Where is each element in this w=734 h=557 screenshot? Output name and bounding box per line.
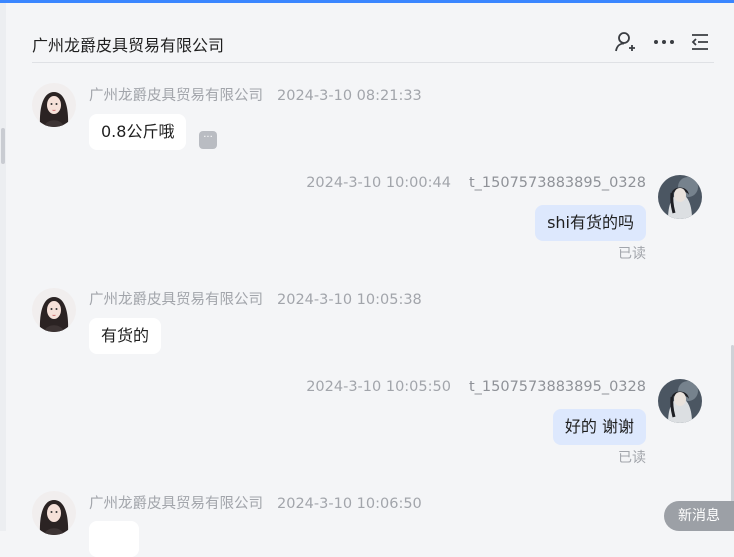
message-meta: 广州龙爵皮具贸易有限公司 2024-3-10 08:21:33 <box>89 84 422 105</box>
add-user-icon[interactable] <box>613 30 637 54</box>
sender-avatar[interactable] <box>32 288 76 332</box>
message-bubble-incoming[interactable] <box>89 521 139 557</box>
sender-name: 广州龙爵皮具贸易有限公司 <box>89 292 263 308</box>
user-avatar[interactable] <box>658 175 702 219</box>
read-status: 已读 <box>618 246 646 262</box>
message-time: 2024-3-10 10:00:44 <box>306 175 451 191</box>
left-panel-edge <box>0 3 6 531</box>
message-bubble-incoming[interactable]: 有货的 <box>89 318 162 354</box>
left-scrollbar-thumb[interactable] <box>1 128 5 164</box>
sender-name: 广州龙爵皮具贸易有限公司 <box>89 88 263 104</box>
more-icon[interactable] <box>652 30 676 54</box>
message-bubble-outgoing[interactable]: 好的 谢谢 <box>552 409 646 445</box>
message-time: 2024-3-10 10:06:50 <box>277 496 422 512</box>
message-meta: 2024-3-10 10:00:44 t_1507573883895_0328 <box>306 175 646 191</box>
top-accent-bar <box>0 0 734 3</box>
message-bubble-outgoing[interactable]: shi有货的吗 <box>535 205 646 241</box>
message-meta: 广州龙爵皮具贸易有限公司 2024-3-10 10:06:50 <box>89 492 422 513</box>
chat-header: 广州龙爵皮具贸易有限公司 <box>32 24 714 63</box>
sender-name: t_1507573883895_0328 <box>468 379 646 395</box>
sender-avatar[interactable] <box>32 83 76 127</box>
sender-name: 广州龙爵皮具贸易有限公司 <box>89 496 263 512</box>
message-bubble-incoming[interactable]: 0.8公斤哦 <box>89 114 187 150</box>
chat-title: 广州龙爵皮具贸易有限公司 <box>32 36 225 55</box>
sender-name: t_1507573883895_0328 <box>468 175 646 191</box>
message-time: 2024-3-10 10:05:50 <box>306 379 451 395</box>
avatar-image <box>32 491 76 535</box>
message-meta: 2024-3-10 10:05:50 t_1507573883895_0328 <box>306 379 646 395</box>
message-time: 2024-3-10 10:05:38 <box>277 292 422 308</box>
new-message-button[interactable]: 新消息 <box>664 501 734 531</box>
avatar-image <box>32 288 76 332</box>
message-meta: 广州龙爵皮具贸易有限公司 2024-3-10 10:05:38 <box>89 288 422 309</box>
sender-avatar[interactable] <box>32 491 76 535</box>
message-more-badge[interactable]: ··· <box>199 131 217 149</box>
list-icon[interactable] <box>688 30 712 54</box>
message-time: 2024-3-10 08:21:33 <box>277 88 422 104</box>
avatar-image <box>658 379 702 423</box>
user-avatar[interactable] <box>658 379 702 423</box>
avatar-image <box>658 175 702 219</box>
read-status: 已读 <box>618 450 646 466</box>
avatar-image <box>32 83 76 127</box>
